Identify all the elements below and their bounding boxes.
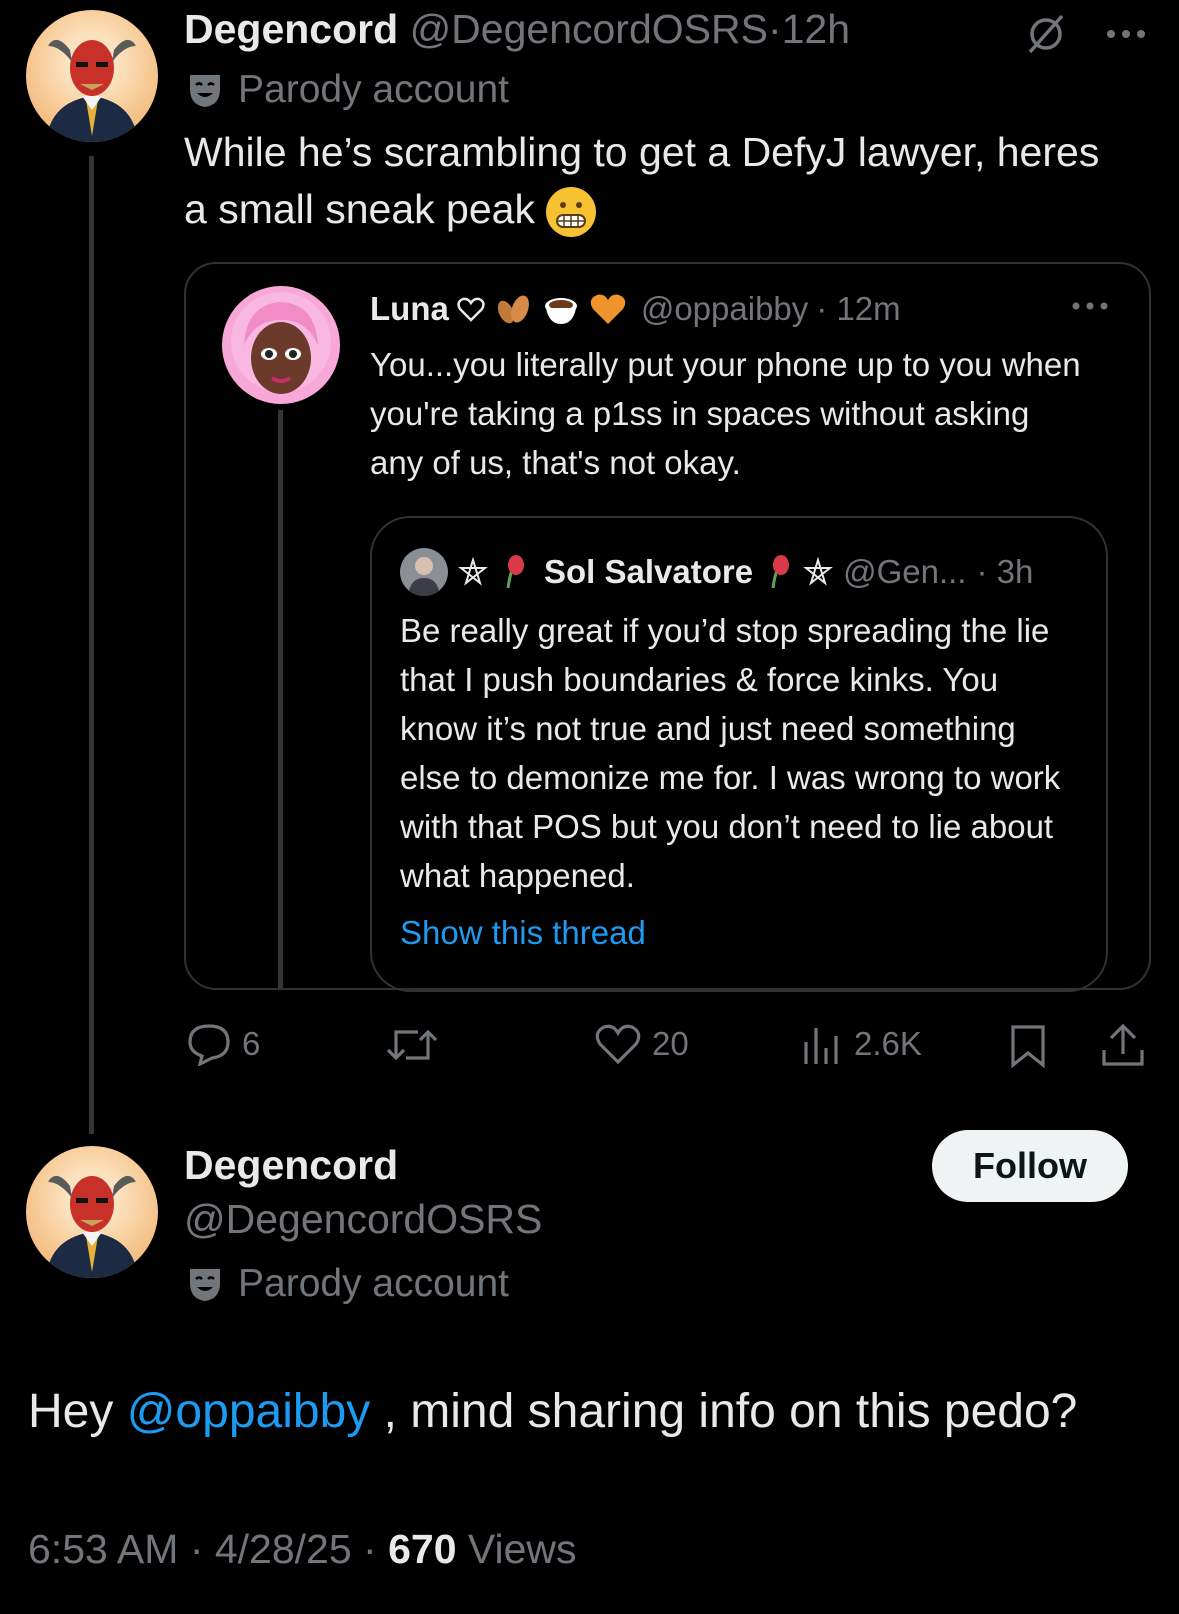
reply-count: 6 [242,1025,261,1062]
orange-heart-emoji [590,294,626,324]
quoted-avatar[interactable] [222,286,340,404]
nested-handle[interactable]: @Gen... [843,553,966,591]
quoted-display-name[interactable]: Luna [370,290,449,328]
quoted-handle[interactable]: @oppaibby [641,290,808,328]
wilted-rose-emoji [506,555,524,589]
author-display-name[interactable]: Degencord [184,6,398,52]
parody-badge-2: Parody account [186,1262,509,1306]
nested-text: Be really great if you’d stop spreading … [400,612,1061,894]
leaves-emoji [497,295,529,324]
reply-icon [188,1024,230,1066]
repost-button[interactable] [384,1024,440,1066]
share-button[interactable] [1100,1022,1146,1068]
author-avatar[interactable] [26,10,158,142]
heart-icon [595,1024,641,1065]
pentagram-icon [458,557,488,586]
quoted-author-row: Luna @oppaibby · 12m [370,290,901,328]
tweet-time[interactable]: 12h [782,6,850,52]
like-button[interactable]: 20 [594,1022,689,1066]
follow-button[interactable]: Follow [932,1130,1128,1202]
bookmark-button[interactable] [1008,1024,1048,1068]
tweet2-suffix: , mind sharing info on this pedo? [370,1385,1078,1438]
thread-connector [89,156,94,1134]
parody-label-2: Parody account [238,1262,510,1305]
reply-button[interactable]: 6 [186,1022,260,1066]
tweet-text: While he’s scrambling to get a DefyJ law… [184,124,1104,238]
share-icon [1102,1023,1144,1066]
tweet2-prefix: Hey [28,1385,127,1438]
bookmark-icon [1011,1025,1045,1068]
heart-outline-emoji [457,297,485,322]
nested-avatar[interactable] [400,548,448,596]
wilted-rose-emoji-2 [771,555,790,589]
views-button[interactable]: 2.6K [800,1022,922,1066]
pentagram-icon-2 [803,557,833,586]
nested-author-row: Sol Salvatore @Gen... · 3h [400,548,1033,596]
author-handle[interactable]: @DegencordOSRS [410,6,768,52]
theater-mask-icon [190,1269,220,1301]
nested-display-name[interactable]: Sol Salvatore [544,553,753,591]
tweet-text-2: Hey @oppaibby , mind sharing info on thi… [28,1384,1168,1439]
quoted-time[interactable]: · 12m [816,290,900,328]
author-name-row: Degencord @DegencordOSRS·12h [184,6,850,53]
nested-time[interactable]: · 3h [976,553,1033,591]
more-icon[interactable] [1104,24,1148,44]
views-count: 2.6K [854,1025,922,1062]
mention-link[interactable]: @oppaibby [127,1385,371,1438]
author-display-name-2[interactable]: Degencord [184,1142,398,1189]
views-label: Views [456,1526,577,1572]
author-avatar-2[interactable] [26,1146,158,1278]
author-handle-2[interactable]: @DegencordOSRS [184,1196,542,1243]
coffee-emoji [544,298,577,324]
quoted-more-icon[interactable] [1070,298,1110,314]
parody-label: Parody account [238,68,510,111]
theater-mask-icon [190,75,220,107]
like-count: 20 [652,1025,689,1062]
tweet-timestamp[interactable]: 6:53 AM · 4/28/25 · [28,1526,388,1572]
show-thread-link[interactable]: Show this thread [400,914,646,952]
parody-badge: Parody account [186,68,509,112]
views-icon [804,1028,838,1064]
quote-thread-connector [278,410,283,990]
tweet-body: While he’s scrambling to get a DefyJ law… [184,129,1100,232]
separator: · [767,6,782,52]
repost-icon [386,1029,438,1061]
views-total: 670 [388,1526,457,1572]
grok-icon[interactable] [1024,12,1068,56]
quoted-text: You...you literally put your phone up to… [370,346,1081,481]
grimacing-face-emoji [546,187,597,238]
tweet-meta: 6:53 AM · 4/28/25 · 670 Views [28,1526,577,1573]
